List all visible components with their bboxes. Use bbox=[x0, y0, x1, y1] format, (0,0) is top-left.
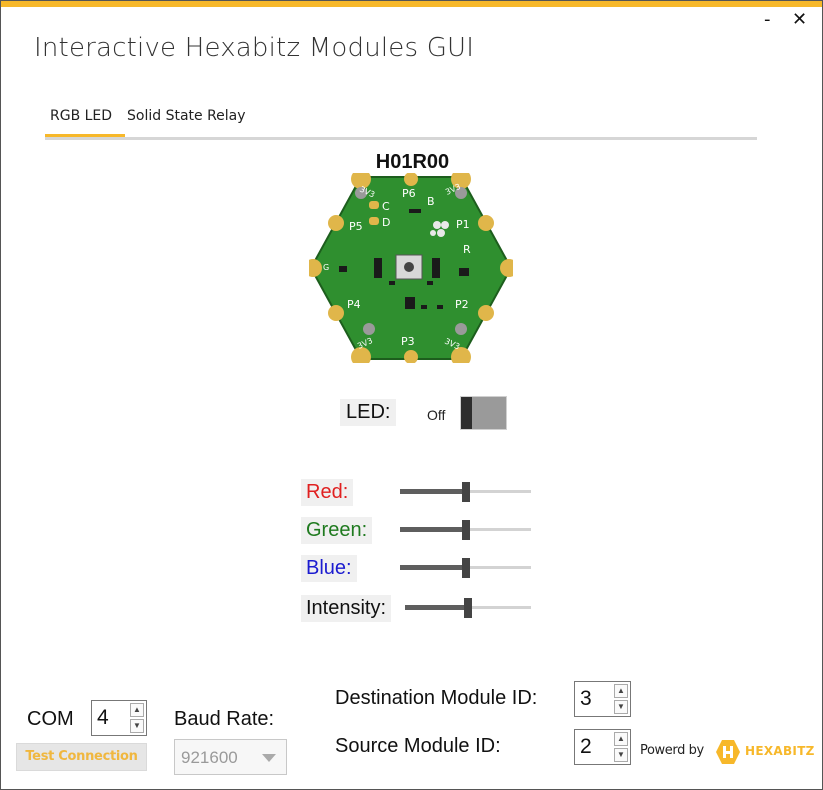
svg-text:R: R bbox=[463, 243, 471, 256]
mounting-hole bbox=[455, 323, 467, 335]
pad bbox=[328, 215, 344, 231]
test-connection-button[interactable]: Test Connection bbox=[16, 743, 147, 771]
powered-by-label: Powerd by bbox=[640, 743, 704, 758]
hexabitz-logo-icon bbox=[716, 740, 740, 764]
tab-rgb-led[interactable]: RGB LED bbox=[50, 108, 112, 124]
intensity-label: Intensity: bbox=[301, 595, 392, 622]
slider-thumb[interactable] bbox=[462, 558, 470, 578]
com-port-stepper[interactable]: 4 ▲ ▼ bbox=[91, 700, 147, 736]
red-label: Red: bbox=[301, 479, 354, 506]
pad bbox=[328, 305, 344, 321]
blue-label: Blue: bbox=[301, 555, 357, 582]
mounting-hole bbox=[363, 323, 375, 335]
com-label: COM bbox=[27, 708, 74, 730]
destination-id-value[interactable]: 3 bbox=[580, 687, 592, 711]
intensity-slider[interactable] bbox=[405, 598, 531, 618]
green-slider[interactable] bbox=[400, 520, 531, 540]
module-name: H01R00 bbox=[375, 151, 450, 173]
green-label: Green: bbox=[301, 517, 373, 544]
led-label: LED: bbox=[340, 399, 397, 426]
tab-solid-state-relay[interactable]: Solid State Relay bbox=[127, 108, 246, 124]
destination-id-label: Destination Module ID: bbox=[335, 687, 538, 709]
decrement-arrow-icon[interactable]: ▼ bbox=[614, 700, 628, 714]
svg-text:G: G bbox=[323, 263, 329, 272]
slider-thumb[interactable] bbox=[464, 598, 472, 618]
toggle-knob bbox=[461, 397, 472, 429]
source-id-label: Source Module ID: bbox=[335, 735, 501, 757]
destination-id-stepper[interactable]: 3 ▲ ▼ bbox=[574, 681, 631, 717]
svg-text:P5: P5 bbox=[349, 220, 363, 233]
app-window: Interactive Hexabitz Modules GUI - ✕ RGB… bbox=[0, 0, 823, 790]
baud-rate-value: 921600 bbox=[181, 748, 238, 767]
svg-text:P6: P6 bbox=[402, 187, 416, 200]
accent-bar bbox=[1, 1, 822, 7]
blue-slider[interactable] bbox=[400, 558, 531, 578]
com-port-value[interactable]: 4 bbox=[97, 706, 109, 730]
led-state-label: Off bbox=[427, 407, 446, 423]
svg-text:B: B bbox=[427, 195, 435, 208]
svg-text:P4: P4 bbox=[347, 298, 361, 311]
increment-arrow-icon[interactable]: ▲ bbox=[614, 732, 628, 746]
slider-thumb[interactable] bbox=[462, 520, 470, 540]
slider-thumb[interactable] bbox=[462, 482, 470, 502]
window-title: Interactive Hexabitz Modules GUI bbox=[34, 33, 475, 63]
chevron-down-icon bbox=[262, 754, 276, 762]
decrement-arrow-icon[interactable]: ▼ bbox=[614, 748, 628, 762]
pad bbox=[478, 305, 494, 321]
baud-rate-select[interactable]: 921600 bbox=[174, 739, 287, 775]
svg-text:D: D bbox=[382, 216, 390, 229]
brand-name: HEXABITZ bbox=[745, 744, 815, 758]
source-id-stepper[interactable]: 2 ▲ ▼ bbox=[574, 729, 631, 765]
increment-arrow-icon[interactable]: ▲ bbox=[130, 703, 144, 717]
svg-text:C: C bbox=[382, 200, 390, 213]
active-tab-indicator bbox=[45, 134, 125, 137]
pad bbox=[478, 215, 494, 231]
svg-text:P3: P3 bbox=[401, 335, 415, 348]
tab-bar: RGB LED Solid State Relay bbox=[45, 105, 757, 140]
close-button[interactable]: ✕ bbox=[792, 9, 807, 30]
module-board-image: 3V3 P6 B 3V3 C D P5 P1 R G P4 P2 3V3 P3 … bbox=[309, 173, 513, 363]
svg-text:P2: P2 bbox=[455, 298, 469, 311]
minimize-button[interactable]: - bbox=[764, 9, 771, 30]
led-toggle-switch[interactable] bbox=[460, 396, 507, 430]
source-id-value[interactable]: 2 bbox=[580, 735, 592, 759]
decrement-arrow-icon[interactable]: ▼ bbox=[130, 719, 144, 733]
svg-text:P1: P1 bbox=[456, 218, 470, 231]
baud-rate-label: Baud Rate: bbox=[174, 708, 275, 730]
increment-arrow-icon[interactable]: ▲ bbox=[614, 684, 628, 698]
red-slider[interactable] bbox=[400, 482, 531, 502]
